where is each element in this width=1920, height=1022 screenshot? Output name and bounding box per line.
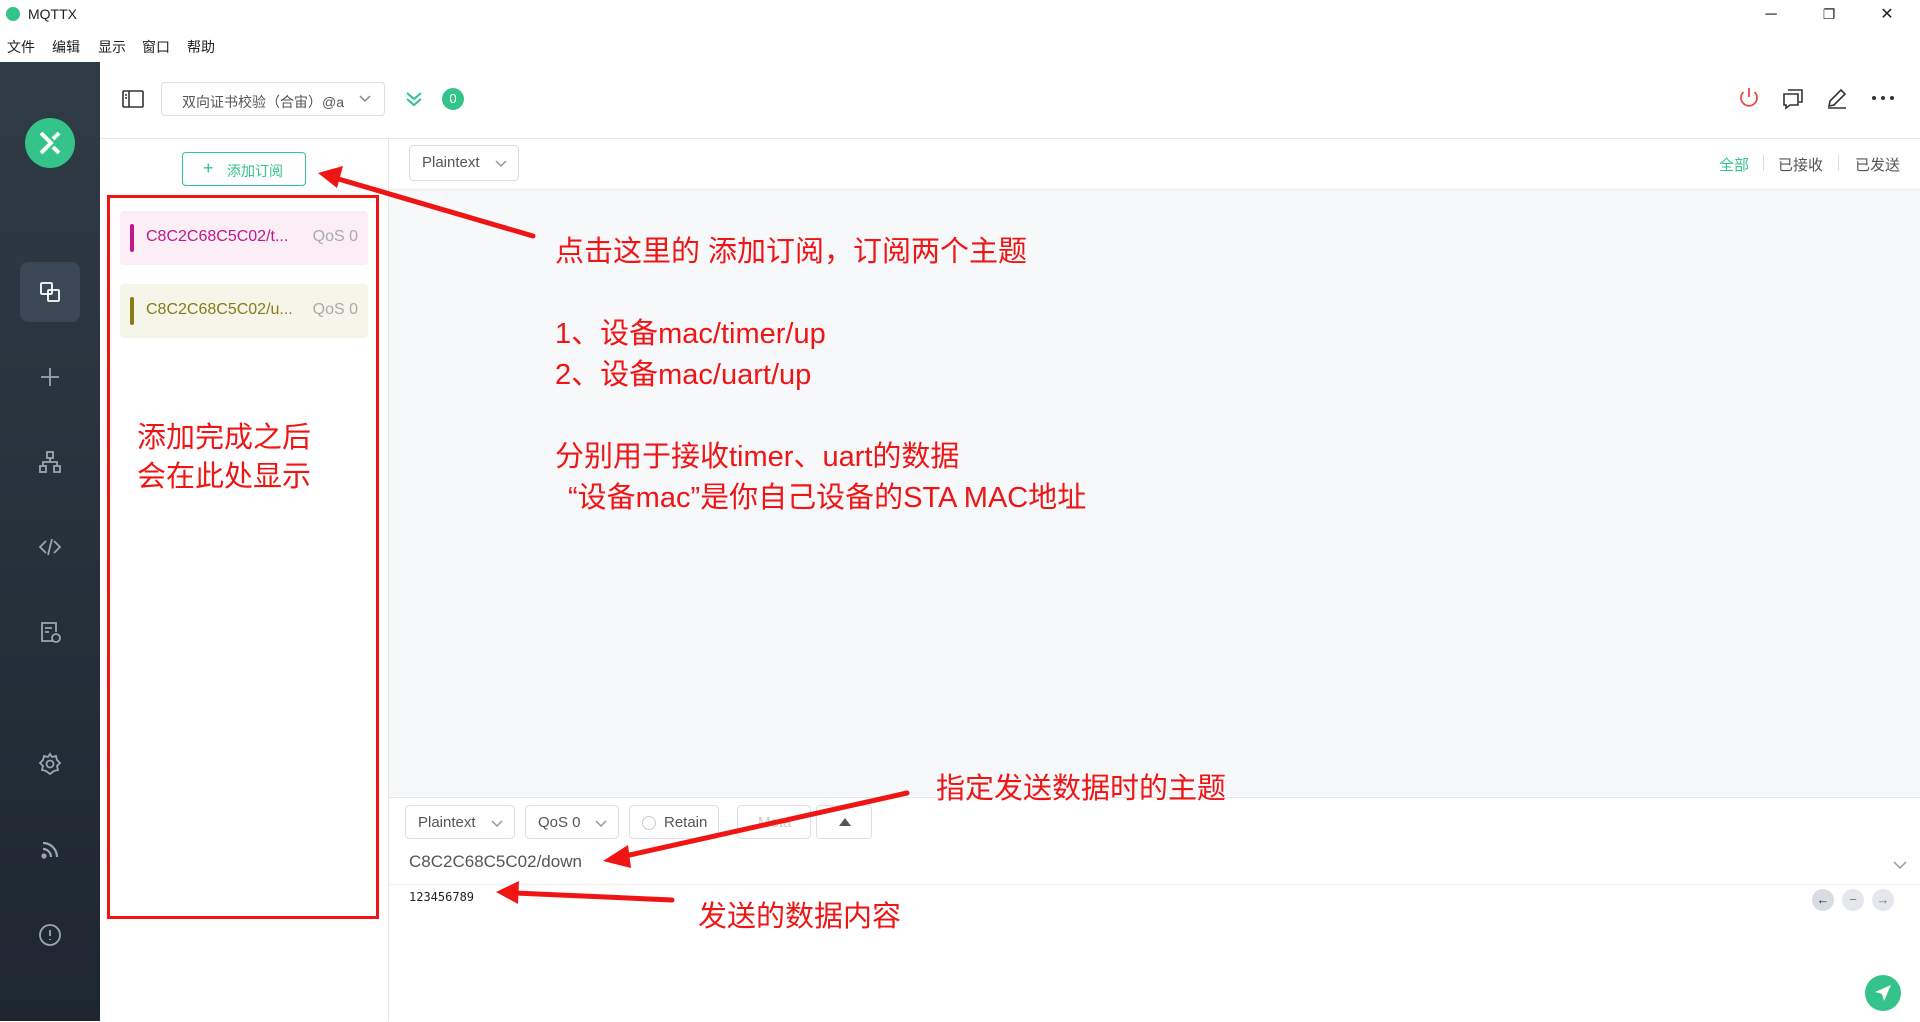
- annotation-arrows: [318, 166, 910, 904]
- annotation-arrow: [512, 890, 675, 903]
- annotation-arrow: [622, 790, 910, 859]
- annotation-arrowhead: [603, 845, 631, 868]
- annotation-arrowhead: [318, 166, 343, 188]
- annotation-arrow: [332, 175, 536, 239]
- annotation-arrowhead: [496, 881, 519, 904]
